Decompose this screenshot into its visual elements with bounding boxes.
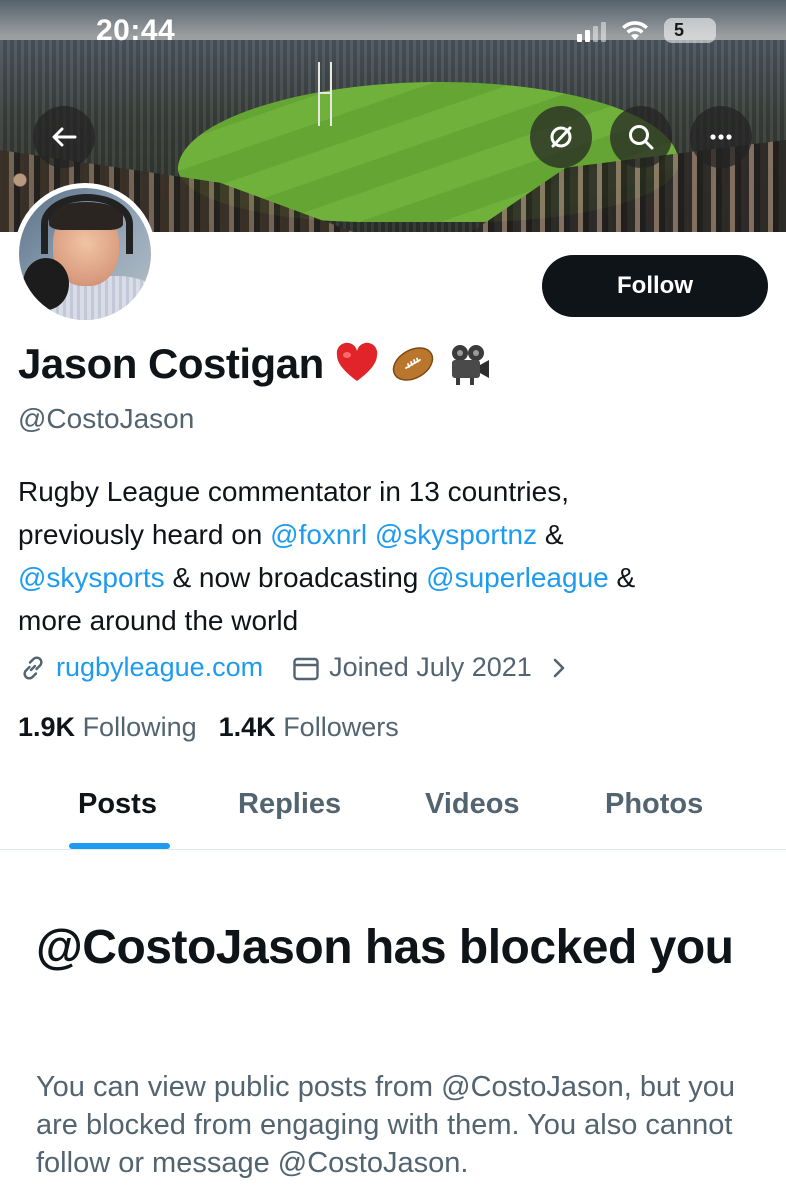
grok-button[interactable] bbox=[530, 106, 592, 168]
bio-text: & bbox=[537, 519, 564, 550]
back-button[interactable] bbox=[33, 106, 95, 168]
banner-goal-posts bbox=[318, 62, 332, 126]
mention-link[interactable]: @skysportnz bbox=[375, 519, 537, 550]
following-stat[interactable]: 1.9K Following bbox=[18, 712, 197, 743]
link-icon bbox=[23, 655, 43, 680]
bio-text: & bbox=[608, 562, 636, 593]
status-indicators: 5 bbox=[577, 18, 716, 43]
avatar-photo bbox=[19, 188, 151, 320]
bio-text: previously heard on bbox=[18, 519, 271, 550]
profile-bio: Rugby League commentator in 13 countries… bbox=[18, 470, 758, 642]
display-name: Jason Costigan bbox=[18, 340, 324, 387]
bio-line-4: more around the world bbox=[18, 605, 299, 636]
battery-indicator: 5 bbox=[664, 18, 716, 43]
mention-link[interactable]: @foxnrl bbox=[270, 519, 367, 550]
avatar-headset bbox=[41, 194, 133, 254]
website-link[interactable]: rugbyleague.com bbox=[56, 652, 263, 683]
search-button[interactable] bbox=[610, 106, 672, 168]
active-tab-indicator bbox=[69, 843, 170, 849]
profile-meta: rugbyleague.com Joined July 2021 bbox=[18, 652, 574, 683]
bio-line-1: Rugby League commentator in 13 countries… bbox=[18, 476, 569, 507]
avatar[interactable] bbox=[14, 183, 156, 325]
rugby-ball-emoji bbox=[390, 341, 436, 387]
followers-count: 1.4K bbox=[218, 712, 276, 742]
tab-replies[interactable]: Replies bbox=[238, 788, 341, 821]
movie-camera-emoji bbox=[446, 341, 492, 387]
following-count: 1.9K bbox=[18, 712, 76, 742]
blocked-title: @CostoJason has blocked you bbox=[36, 921, 734, 974]
red-heart-emoji bbox=[334, 341, 380, 387]
blocked-body: You can view public posts from @CostoJas… bbox=[36, 1071, 735, 1179]
cellular-signal-icon bbox=[577, 20, 606, 42]
bio-line-3: @skysports & now broadcasting @superleag… bbox=[18, 556, 758, 599]
tab-videos[interactable]: Videos bbox=[425, 788, 520, 821]
calendar-icon bbox=[291, 653, 321, 683]
avatar-microphone bbox=[23, 258, 69, 310]
bio-text: & now broadcasting bbox=[164, 562, 427, 593]
wifi-icon bbox=[622, 20, 648, 40]
chevron-right-icon[interactable] bbox=[544, 653, 574, 683]
follow-button[interactable]: Follow bbox=[542, 255, 768, 317]
bio-line-2: previously heard on @foxnrl @skysportnz … bbox=[18, 513, 758, 556]
tab-photos[interactable]: Photos bbox=[605, 788, 703, 821]
tab-posts[interactable]: Posts bbox=[78, 788, 157, 821]
grok-icon bbox=[550, 126, 572, 148]
more-horizontal-icon bbox=[710, 134, 732, 140]
followers-label: Followers bbox=[283, 712, 399, 742]
profile-tabs: Posts Replies Videos Photos bbox=[0, 760, 786, 850]
following-label: Following bbox=[82, 712, 197, 742]
follow-stats: 1.9K Following 1.4K Followers bbox=[18, 712, 399, 743]
joined-date[interactable]: Joined July 2021 bbox=[329, 652, 532, 683]
status-time: 20:44 bbox=[96, 14, 176, 47]
mention-link[interactable]: @superleague bbox=[426, 562, 609, 593]
display-name-row: Jason Costigan bbox=[18, 340, 492, 388]
arrow-left-icon bbox=[52, 127, 77, 147]
search-icon bbox=[629, 125, 654, 150]
followers-stat[interactable]: 1.4K Followers bbox=[219, 712, 399, 743]
more-button[interactable] bbox=[690, 106, 752, 168]
mention-link[interactable]: @skysports bbox=[18, 562, 165, 593]
profile-handle: @CostoJason bbox=[18, 403, 195, 434]
